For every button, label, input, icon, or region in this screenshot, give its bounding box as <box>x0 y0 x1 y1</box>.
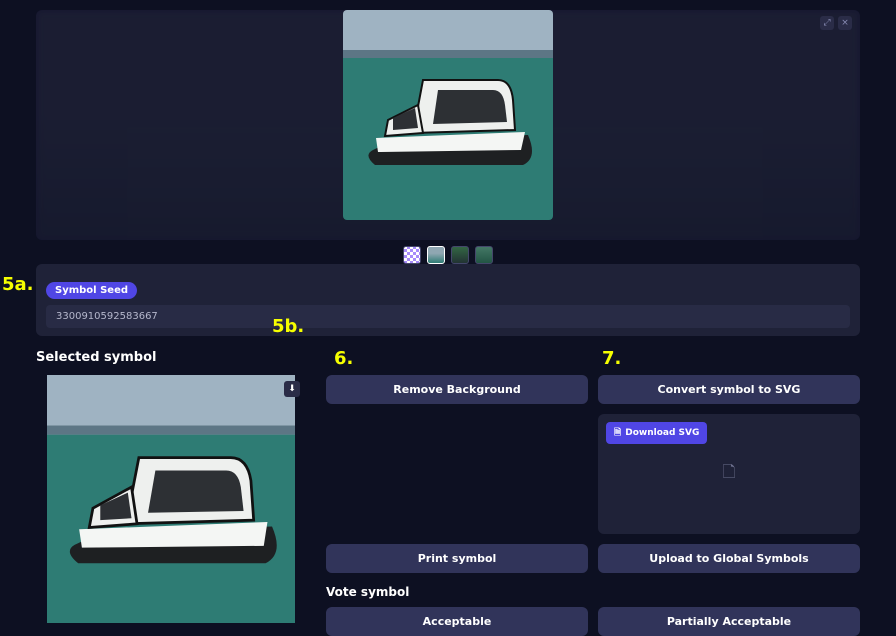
file-icon: 🗎 <box>614 425 621 441</box>
upload-global-button[interactable]: Upload to Global Symbols <box>598 544 860 573</box>
close-icon[interactable]: × <box>838 16 852 30</box>
expand-icon[interactable]: ⤢ <box>820 16 834 30</box>
symbol-seed-value[interactable]: 3300910592583667 <box>46 305 850 328</box>
vote-partially-button[interactable]: Partially Acceptable <box>598 607 860 636</box>
svg-preview-box: 🗎 Download SVG 🗋 <box>598 414 860 534</box>
svg-placeholder-icon: 🗋 <box>723 461 736 488</box>
selected-symbol-image: ⬇ <box>36 375 306 623</box>
symbol-seed-label: Symbol Seed <box>46 282 137 299</box>
generated-image-viewer: ⤢ × <box>36 10 860 240</box>
download-image-icon[interactable]: ⬇ <box>284 381 300 397</box>
print-symbol-button[interactable]: Print symbol <box>326 544 588 573</box>
boat-illustration-large <box>36 375 306 623</box>
convert-svg-button[interactable]: Convert symbol to SVG <box>598 375 860 404</box>
boat-illustration <box>343 10 553 220</box>
thumbnail-2-active[interactable] <box>427 246 445 264</box>
download-svg-label: Download SVG <box>625 428 699 438</box>
symbol-seed-panel: Symbol Seed 3300910592583667 <box>36 264 860 336</box>
generated-image-main[interactable] <box>343 10 553 220</box>
vote-symbol-title: Vote symbol <box>326 585 860 599</box>
thumbnail-1[interactable] <box>403 246 421 264</box>
thumbnail-strip <box>36 246 860 264</box>
thumbnail-3[interactable] <box>451 246 469 264</box>
vote-acceptable-button[interactable]: Acceptable <box>326 607 588 636</box>
thumbnail-4[interactable] <box>475 246 493 264</box>
selected-symbol-title: Selected symbol <box>36 350 860 365</box>
remove-background-button[interactable]: Remove Background <box>326 375 588 404</box>
download-svg-button[interactable]: 🗎 Download SVG <box>606 422 707 444</box>
